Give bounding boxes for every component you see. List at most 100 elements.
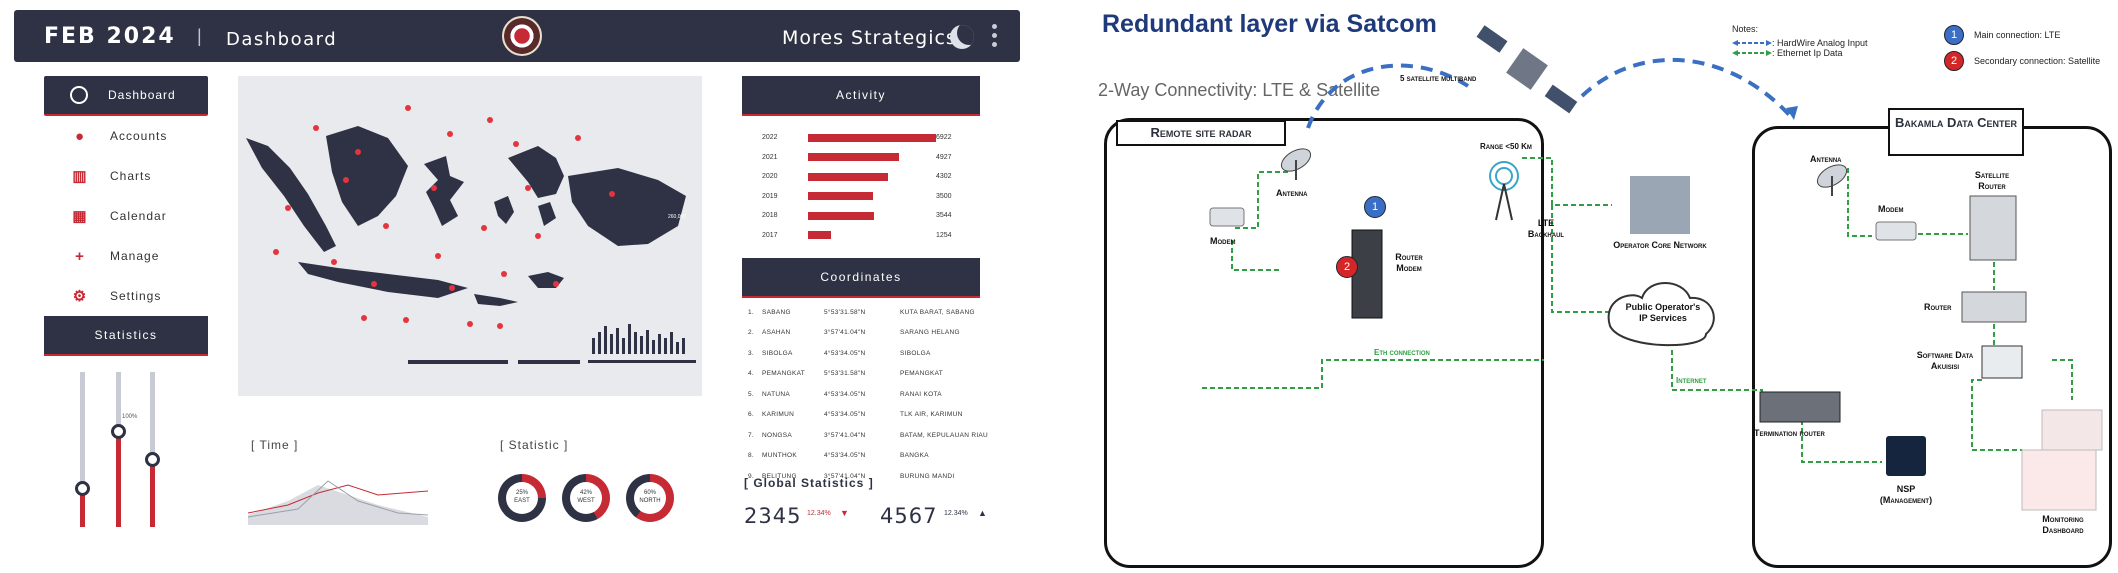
coordinate-row[interactable]: 3. SIBOLGA 4°53'34.05"N SIBOLGA — [748, 343, 1010, 364]
plus-icon: + — [75, 247, 85, 265]
row-number: 6. — [748, 411, 755, 419]
activity-bar-track — [808, 133, 936, 142]
map-badge: 260,000 — [668, 214, 686, 220]
donut-pct: 60% — [643, 490, 656, 496]
antenna-left-label: Antenna — [1276, 188, 1308, 198]
laptop-icon — [1981, 345, 2023, 379]
diagram-links — [1202, 25, 2103, 511]
coordinate-row[interactable]: 1. SABANG 5°53'31.58"N KUTA BARAT, SABANG — [748, 302, 1010, 323]
slider-knob[interactable] — [145, 451, 160, 467]
sidebar-item-settings[interactable]: ⚙ Settings — [44, 276, 208, 316]
row-number: 5. — [748, 390, 755, 398]
global-value-2: 4567 — [880, 504, 938, 528]
termination-label: Termination router — [1754, 428, 1825, 438]
row-number: 7. — [748, 431, 755, 439]
activity-year: 2021 — [762, 153, 778, 161]
donut-east: 25% EAST — [498, 474, 546, 522]
router-icon — [1961, 291, 2027, 323]
public-ip-label: Public Operator's IP Services — [1625, 302, 1701, 324]
coordinate-row[interactable]: 6. KARIMUN 4°53'34.05"N TLK AIR, KARIMUN — [748, 405, 1010, 426]
activity-year: 2017 — [762, 231, 778, 239]
activity-value: 4302 — [936, 173, 952, 181]
activity-row: 2022 6922 — [762, 128, 982, 148]
activity-bar-track — [808, 192, 936, 201]
satellite-label: 5 satellite multiband — [1400, 74, 1477, 83]
coordinate-row[interactable]: 4. PEMANGKAT 5°53'31.58"N PEMANGKAT — [748, 364, 1010, 385]
site-name: NONGSA — [762, 431, 792, 439]
badge-lte: 1 — [1364, 196, 1386, 218]
activity-bar-track — [808, 231, 936, 240]
activity-value: 3544 — [936, 212, 952, 220]
nsp-label: NSP (Management) — [1879, 484, 1933, 506]
donut-pct: 25% — [515, 490, 528, 496]
time-line-chart — [248, 480, 428, 525]
donut-region: EAST — [514, 497, 530, 504]
coordinate-row[interactable]: 8. MUNTHOK 4°53'34.05"N BANGKA — [748, 446, 1010, 467]
top-bar: FEB 2024 | Dashboard Mores Strategics — [14, 10, 1020, 62]
time-label: [ Time ] — [251, 438, 299, 452]
antenna-right-icon — [1816, 164, 1848, 196]
slider-knob[interactable] — [75, 481, 90, 497]
dashboard-mockup: FEB 2024 | Dashboard Mores Strategics Da… — [0, 0, 1030, 573]
modem-left-icon — [1209, 207, 1245, 227]
nsp-monitor-icon — [1886, 436, 1926, 476]
range-label: Range <50 Km — [1480, 142, 1532, 151]
slider-value: 100% — [122, 414, 138, 420]
user-icon: ● — [74, 127, 86, 145]
activity-row: 2017 1254 — [762, 226, 982, 246]
sidebar-item-dashboard[interactable]: Dashboard — [44, 76, 208, 116]
slider-knob[interactable] — [111, 423, 126, 439]
activity-bar — [808, 192, 873, 201]
row-number: 1. — [748, 308, 755, 316]
slider-1[interactable] — [75, 372, 90, 527]
slider-fill — [116, 430, 121, 527]
site-place: SIBOLGA — [900, 349, 931, 357]
site-place: TLK AIR, KARIMUN — [900, 411, 963, 419]
activity-bar-track — [808, 211, 936, 220]
router-label: Router — [1924, 302, 1952, 312]
antenna-right-label: Antenna — [1810, 154, 1842, 164]
sidebar-item-label: Dashboard — [108, 88, 176, 102]
site-coordinate: 4°53'34.05"N — [824, 349, 866, 357]
slider-2[interactable]: 100% — [111, 372, 137, 527]
monitoring-screen-2 — [2021, 449, 2097, 511]
up-arrow-icon: ▲ — [978, 508, 987, 518]
coordinate-row[interactable]: 7. NONGSA 3°57'41.04"N BATAM, KEPULAUAN RIA… — [748, 425, 1010, 446]
site-place: BATAM, KEPULAUAN RIAU — [900, 431, 989, 439]
modem-right-label: Modem — [1878, 204, 1904, 214]
satcom-diagram: Redundant layer via Satcom 2-Way Connect… — [1082, 0, 2118, 573]
donut-north: 60% NORTH — [626, 474, 674, 522]
coordinates-header: Coordinates — [742, 258, 980, 298]
sidebar-item-charts[interactable]: ▥ Charts — [44, 156, 208, 196]
header-date: FEB 2024 — [44, 24, 176, 49]
landmass — [246, 126, 686, 306]
theme-toggle-icon[interactable] — [950, 25, 974, 49]
global-statistics-label: [ Global Statistics ] — [744, 476, 874, 490]
coordinate-row[interactable]: 5. NATUNA 4°53'34.05"N RANAI KOTA — [748, 384, 1010, 405]
activity-bar — [808, 133, 936, 142]
site-coordinate: 4°53'34.05"N — [824, 452, 866, 460]
coordinate-row[interactable]: 2. ASAHAN 3°57'41.04"N SARANG HELANG — [748, 323, 1010, 344]
sidebar-item-calendar[interactable]: ▦ Calendar — [44, 196, 208, 236]
slider-3[interactable] — [145, 372, 160, 527]
row-number: 2. — [748, 329, 755, 337]
activity-year: 2022 — [762, 134, 778, 142]
activity-value: 4927 — [936, 153, 952, 161]
satellite-router-label: Satellite Router — [1974, 170, 2010, 192]
more-menu-icon[interactable] — [992, 24, 998, 51]
global-pct-2: 12.34% — [944, 510, 968, 517]
activity-bar — [808, 211, 874, 220]
density-bars — [408, 324, 696, 364]
sidebar-item-label: Accounts — [110, 129, 168, 143]
satellite-router-icon — [1969, 195, 2017, 261]
sidebar-item-manage[interactable]: + Manage — [44, 236, 208, 276]
indonesia-map[interactable]: 260,000 — [238, 76, 702, 396]
activity-bar-track — [808, 172, 936, 181]
sidebar-item-accounts[interactable]: ● Accounts — [44, 116, 208, 156]
activity-value: 3500 — [936, 192, 952, 200]
gear-icon: ⚙ — [72, 288, 88, 305]
activity-row: 2021 4927 — [762, 148, 982, 168]
slider-fill — [150, 458, 155, 527]
header-separator: | — [197, 26, 202, 46]
site-coordinate: 5°53'31.58"N — [824, 370, 866, 378]
